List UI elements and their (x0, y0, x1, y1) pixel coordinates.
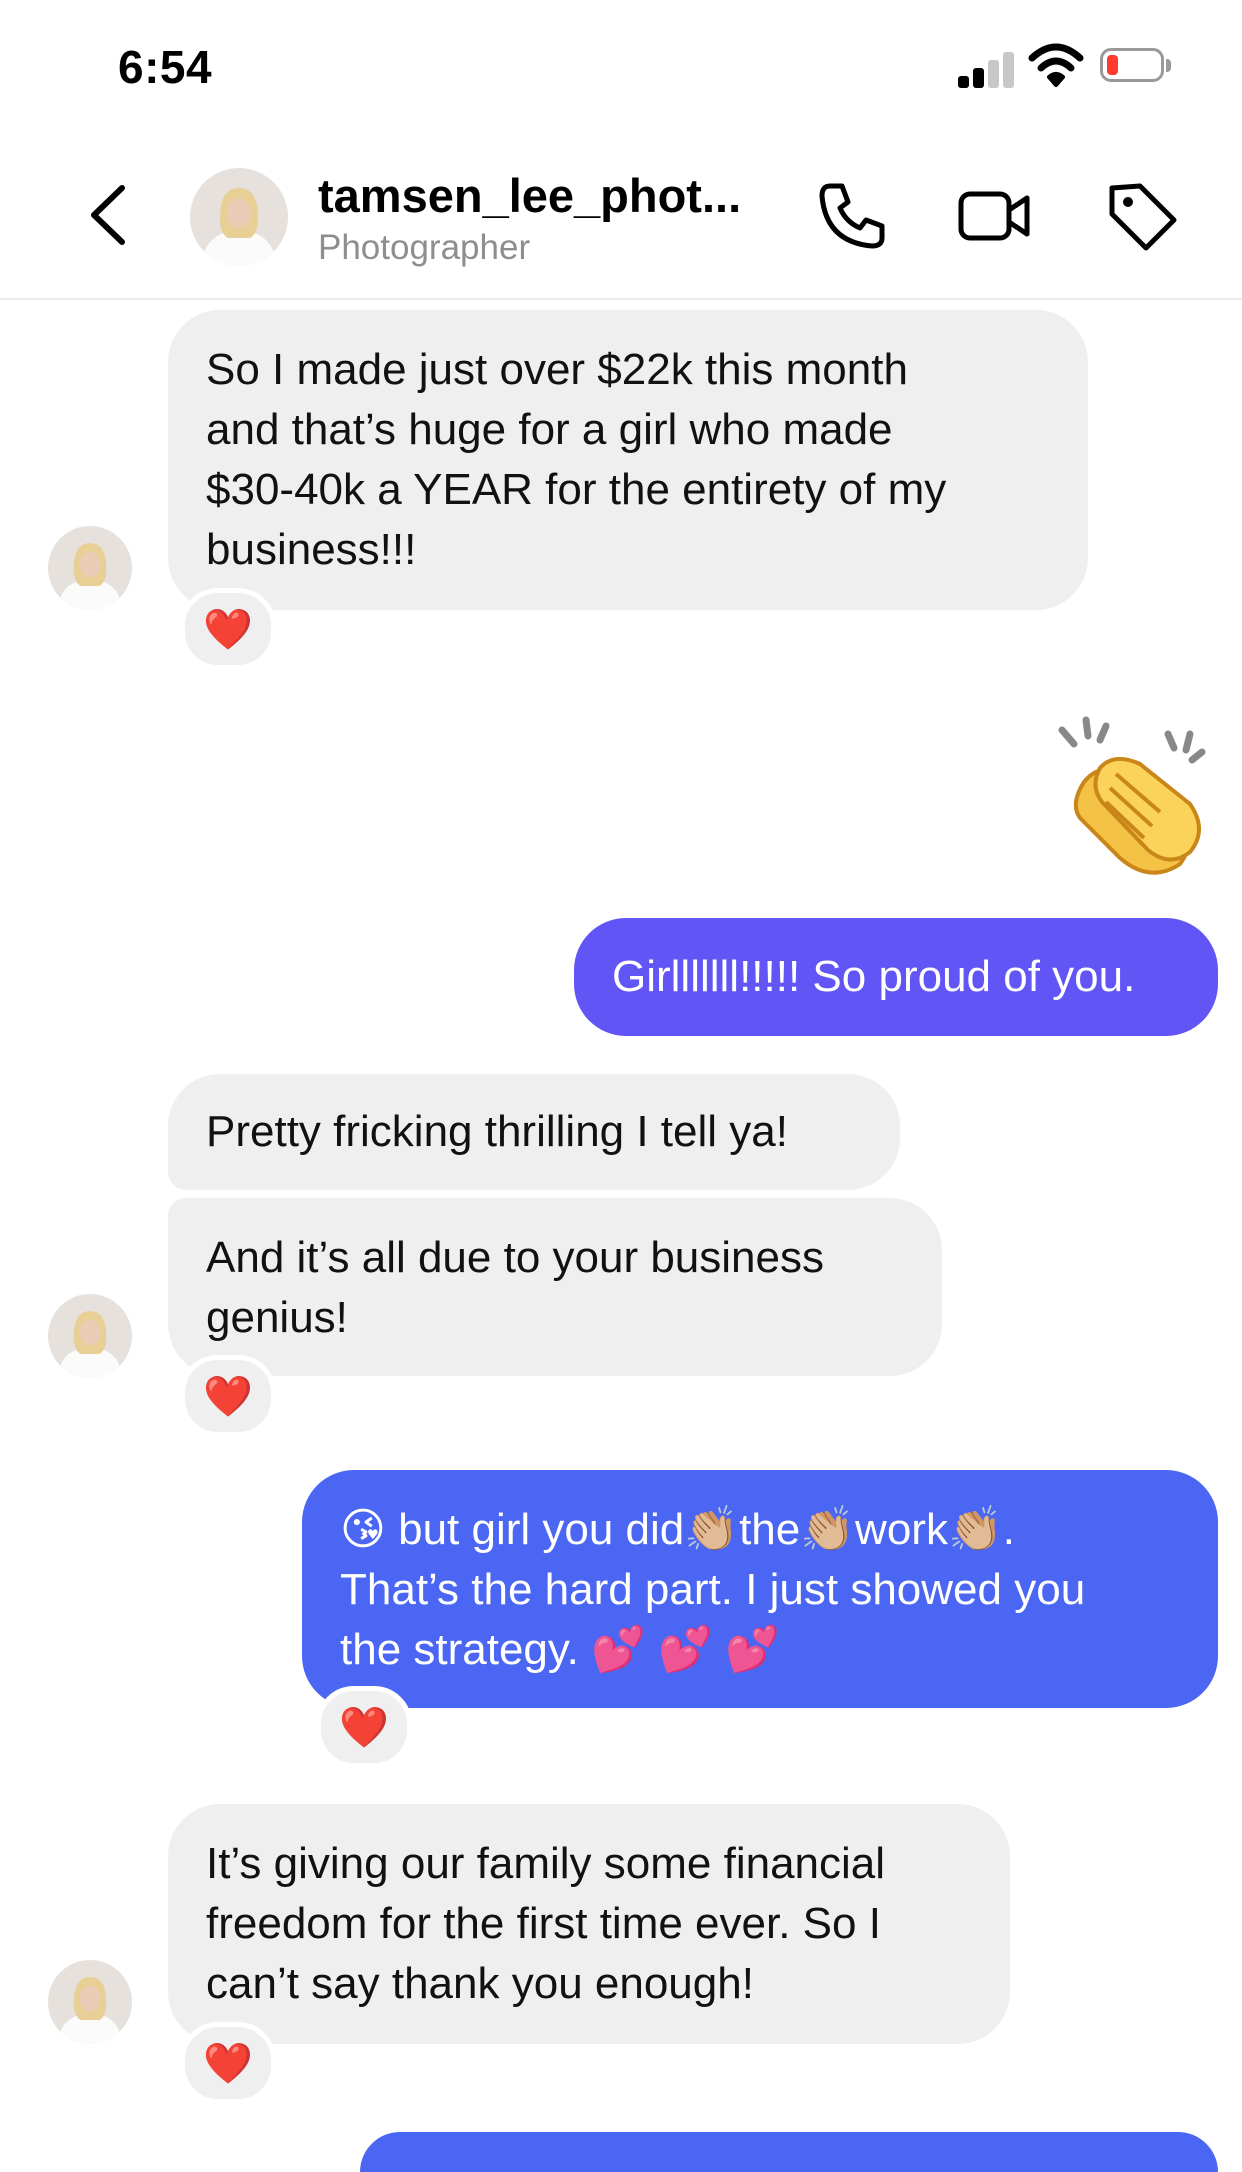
profile-subtitle: Photographer (318, 228, 531, 267)
heart-reaction[interactable]: ❤️ (180, 588, 276, 670)
message-line: can’t say thank you enough! (206, 1959, 754, 2008)
message-bubble-incoming[interactable]: Pretty fricking thrilling I tell ya! (168, 1074, 900, 1190)
message-line: freedom for the first time ever. So I (206, 1899, 881, 1948)
heart-reaction[interactable]: ❤️ (180, 1355, 276, 1437)
message-line: It’s giving our family some financial (206, 1839, 886, 1888)
message-line: Girlllllll!!!!! So proud of you. (612, 952, 1136, 1001)
message-bubble-outgoing-partial[interactable] (360, 2132, 1218, 2172)
chevron-left-icon[interactable] (84, 180, 132, 250)
heart-icon: ❤️ (203, 2041, 253, 2086)
message-bubble-incoming[interactable]: So I made just over $22k this month and … (168, 310, 1088, 610)
tag-icon[interactable] (1102, 176, 1182, 256)
avatar[interactable] (48, 1294, 132, 1378)
kissing-face-icon: 😘 (340, 1505, 386, 1554)
message-bubble-outgoing[interactable]: Girlllllll!!!!! So proud of you. (574, 918, 1218, 1036)
heart-icon: ❤️ (203, 1374, 253, 1419)
message-line: And it’s all due to your business (206, 1233, 824, 1282)
wifi-icon (1028, 43, 1084, 87)
heart-icon: ❤️ (203, 607, 253, 652)
message-bubble-incoming[interactable]: And it’s all due to your business genius… (168, 1198, 942, 1376)
message-line: So I made just over $22k this month (206, 345, 908, 394)
message-line: $30-40k a YEAR for the entirety of my (206, 465, 947, 514)
video-camera-icon[interactable] (955, 176, 1035, 256)
message-line: the strategy. 💕 💕 💕 (340, 1625, 780, 1674)
message-line: genius! (206, 1293, 348, 1342)
avatar[interactable] (190, 168, 288, 266)
avatar[interactable] (48, 526, 132, 610)
clapping-hands-icon[interactable] (1040, 712, 1220, 882)
message-line: That’s the hard part. I just showed you (340, 1565, 1086, 1614)
message-bubble-incoming[interactable]: It’s giving our family some financial fr… (168, 1804, 1010, 2044)
heart-icon: ❤️ (339, 1705, 389, 1750)
username-title[interactable]: tamsen_lee_phot... (318, 168, 741, 223)
message-line: 😘 but girl you did👏🏼the👏🏼work👏🏼. (340, 1505, 1015, 1554)
clapping-hands-icon: 👏🏼 (947, 1505, 1003, 1554)
heart-reaction[interactable]: ❤️ (180, 2022, 276, 2104)
message-line: and that’s huge for a girl who made (206, 405, 893, 454)
heart-reaction[interactable]: ❤️ (316, 1686, 412, 1768)
phone-icon[interactable] (812, 176, 892, 256)
cellular-signal-icon (958, 50, 1016, 88)
avatar[interactable] (48, 1960, 132, 2044)
clapping-hands-icon: 👏🏼 (800, 1505, 856, 1554)
message-bubble-outgoing[interactable]: 😘 but girl you did👏🏼the👏🏼work👏🏼. That’s … (302, 1470, 1218, 1708)
message-line: Pretty fricking thrilling I tell ya! (206, 1107, 788, 1156)
battery-icon (1100, 48, 1172, 86)
status-time: 6:54 (118, 41, 213, 93)
clapping-hands-icon: 👏🏼 (684, 1505, 740, 1554)
header-divider (0, 298, 1242, 300)
message-line: business!!! (206, 525, 417, 574)
